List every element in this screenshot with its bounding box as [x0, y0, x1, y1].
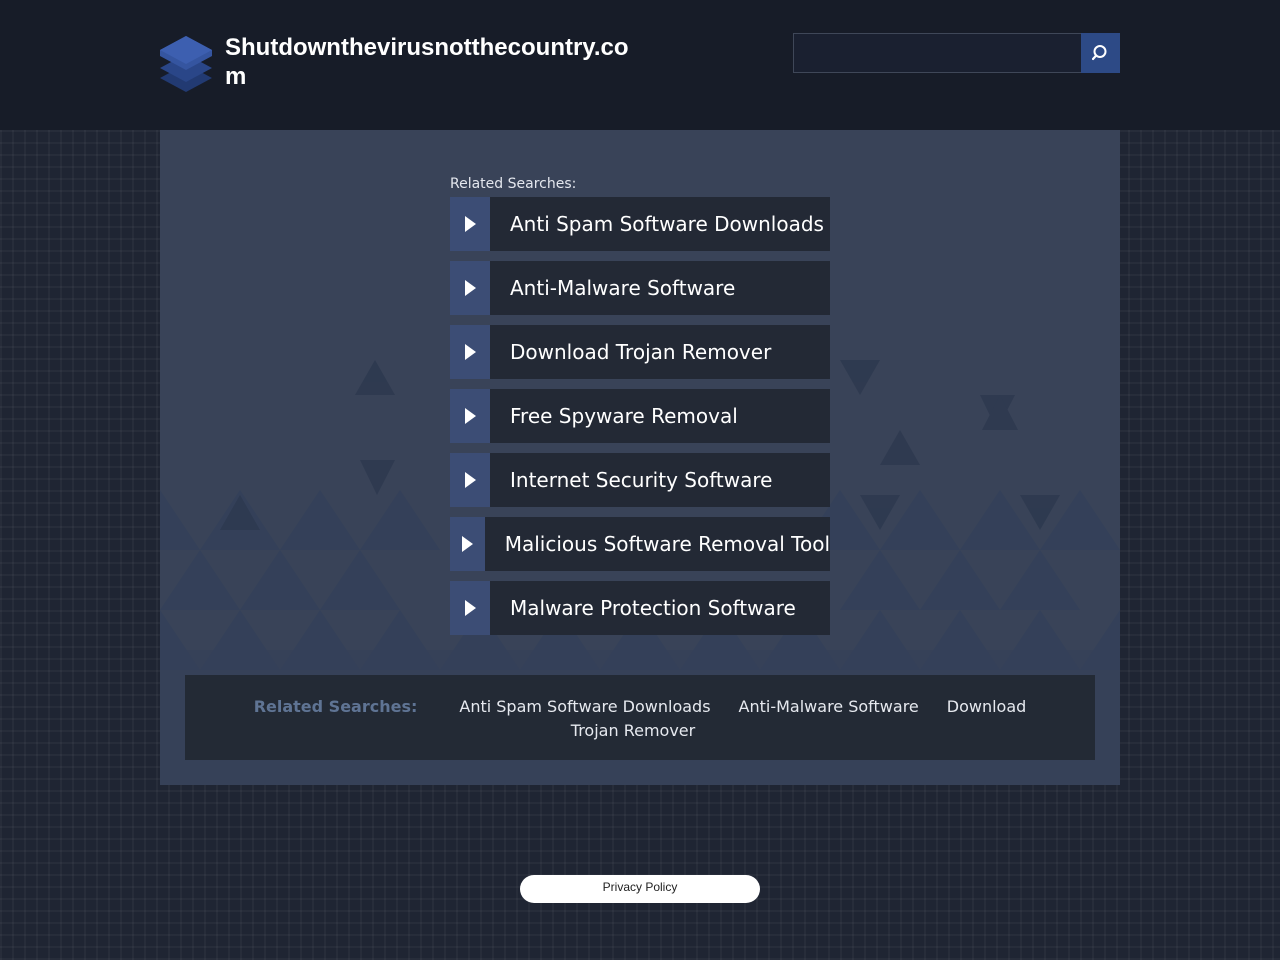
related-searches-list: Anti Spam Software Downloads Anti-Malwar… [450, 197, 830, 645]
play-arrow-icon [450, 197, 490, 251]
play-arrow-icon [450, 389, 490, 443]
privacy-policy-link[interactable]: Privacy Policy [520, 875, 760, 903]
play-arrow-icon [450, 517, 485, 571]
related-search-link-text: Internet Security Software [510, 468, 773, 492]
bottom-related-link[interactable]: Anti-Malware Software [739, 697, 919, 716]
search-button[interactable] [1081, 33, 1120, 73]
bottom-related-label: Related Searches: [253, 697, 418, 716]
related-search-link-text: Malicious Software Removal Tool [504, 532, 830, 556]
related-search-link-text: Malware Protection Software [510, 596, 796, 620]
related-search-link[interactable]: Free Spyware Removal [450, 389, 830, 443]
bottom-related-link[interactable]: Anti Spam Software Downloads [459, 697, 710, 716]
related-search-link[interactable]: Download Trojan Remover [450, 325, 830, 379]
related-search-link[interactable]: Anti Spam Software Downloads [450, 197, 830, 251]
related-search-link[interactable]: Internet Security Software [450, 453, 830, 507]
play-arrow-icon [450, 261, 490, 315]
search-input[interactable] [793, 33, 1082, 73]
play-arrow-icon [450, 453, 490, 507]
search-icon [1091, 45, 1106, 61]
related-search-link-text: Anti-Malware Software [510, 276, 736, 300]
play-arrow-icon [450, 325, 490, 379]
related-search-link[interactable]: Malicious Software Removal Tool [450, 517, 830, 571]
site-title[interactable]: Shutdownthevirusnotthecountry.com [225, 33, 635, 91]
related-search-link[interactable]: Anti-Malware Software [450, 261, 830, 315]
related-search-link-text: Anti Spam Software Downloads [510, 212, 824, 236]
play-arrow-icon [450, 581, 490, 635]
site-header: Shutdownthevirusnotthecountry.com [0, 0, 1280, 130]
bottom-related-bar: Related Searches: Anti Spam Software Down… [185, 675, 1095, 760]
stacked-layers-icon[interactable] [158, 34, 214, 96]
main-panel: Related Searches: Anti Spam Software Dow… [160, 130, 1120, 785]
related-searches-label: Related Searches: [450, 176, 577, 192]
related-search-link-text: Download Trojan Remover [510, 340, 772, 364]
related-search-link[interactable]: Malware Protection Software [450, 581, 830, 635]
related-search-link-text: Free Spyware Removal [510, 404, 738, 428]
